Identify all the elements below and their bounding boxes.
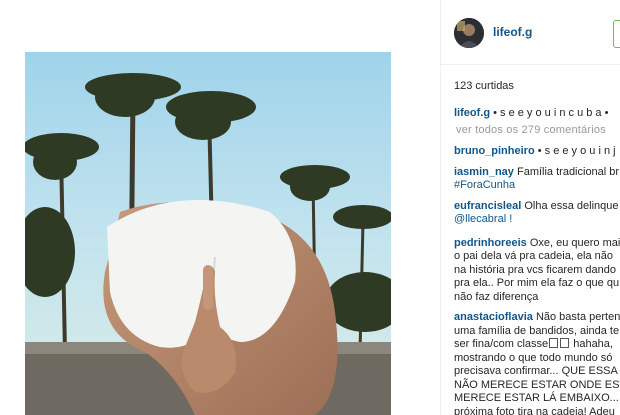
photo-pane bbox=[0, 0, 440, 415]
avatar[interactable] bbox=[454, 18, 484, 48]
list-item: iasmin_nay Família tradicional br #ForaC… bbox=[454, 166, 620, 193]
list-item: bruno_pinheiro • s e e y o u i n j bbox=[454, 145, 620, 159]
comment-text-line: mostrando o que todo mundo só bbox=[454, 351, 613, 364]
comment-text-line: próxima foto tira na cadeia! Adeu bbox=[454, 405, 615, 415]
comment-text: Não basta perten bbox=[535, 311, 620, 323]
follow-button[interactable] bbox=[613, 20, 620, 48]
caption: lifeof.g • s e e y o u i n c u b a • ver… bbox=[454, 107, 620, 137]
post-header: lifeof.g bbox=[441, 0, 620, 65]
comment-text: • s e e y o u i n j bbox=[537, 145, 616, 157]
comment-text-line: pra ela.. Por mim ela faz o que qu bbox=[454, 277, 620, 289]
list-item: eufrancisleal Olha essa delinque @llecab… bbox=[454, 200, 620, 227]
comment-text-line: o pai dela vá pra cadeia, ela não bbox=[454, 250, 614, 262]
comment-text-line: NÃO MERECE ESTAR ONDE EST bbox=[454, 378, 620, 391]
hashtag-link[interactable]: #ForaCunha bbox=[454, 179, 620, 193]
list-item: pedrinhoreeis Oxe, eu quero mai o pai de… bbox=[454, 237, 620, 305]
comment-text-line: ser fina/com classe hahaha, bbox=[454, 338, 620, 352]
list-item: anastacioflavia Não basta perten uma fam… bbox=[454, 311, 620, 415]
caption-text: • s e e y o u i n c u b a • bbox=[493, 107, 609, 119]
comment-text-line: uma família de bandidos, ainda te bbox=[454, 324, 620, 337]
emoji-box-icon bbox=[549, 338, 559, 348]
comment-text-fragment: hahaha, bbox=[570, 338, 613, 350]
post-photo[interactable] bbox=[25, 52, 391, 415]
post-username[interactable]: lifeof.g bbox=[493, 25, 532, 39]
mention-link[interactable]: @llecabral ! bbox=[454, 213, 620, 227]
comment-username[interactable]: anastacioflavia bbox=[454, 311, 533, 323]
comment-username[interactable]: bruno_pinheiro bbox=[454, 145, 535, 157]
likes-count[interactable]: 123 curtidas bbox=[454, 80, 514, 92]
comment-list: lifeof.g • s e e y o u i n c u b a • ver… bbox=[454, 107, 620, 415]
comments-sidebar: lifeof.g 123 curtidas lifeof.g • s e e y… bbox=[441, 0, 620, 415]
comment-text-line: precisava confirmar... QUE ESSA F bbox=[454, 365, 620, 377]
view-all-comments-link[interactable]: ver todos os 279 comentários bbox=[456, 124, 620, 138]
comment-text-line: não faz diferença bbox=[454, 290, 539, 303]
comment-username[interactable]: iasmin_nay bbox=[454, 166, 514, 178]
comment-text: Olha essa delinque bbox=[524, 199, 619, 212]
comment-text-fragment: ser fina/com classe bbox=[454, 338, 549, 350]
comment-text-line: na história pra vcs ficarem dando bbox=[454, 263, 617, 276]
emoji-box-icon bbox=[560, 338, 570, 348]
caption-username[interactable]: lifeof.g bbox=[454, 107, 490, 119]
comment-username[interactable]: eufrancisleal bbox=[454, 200, 521, 212]
comment-text-line: MERECE ESTAR LÁ EMBAIXO... F bbox=[454, 392, 620, 404]
comment-text: Oxe, eu quero mai bbox=[529, 236, 620, 249]
comment-text: Família tradicional br bbox=[516, 165, 620, 178]
comment-username[interactable]: pedrinhoreeis bbox=[454, 237, 527, 249]
